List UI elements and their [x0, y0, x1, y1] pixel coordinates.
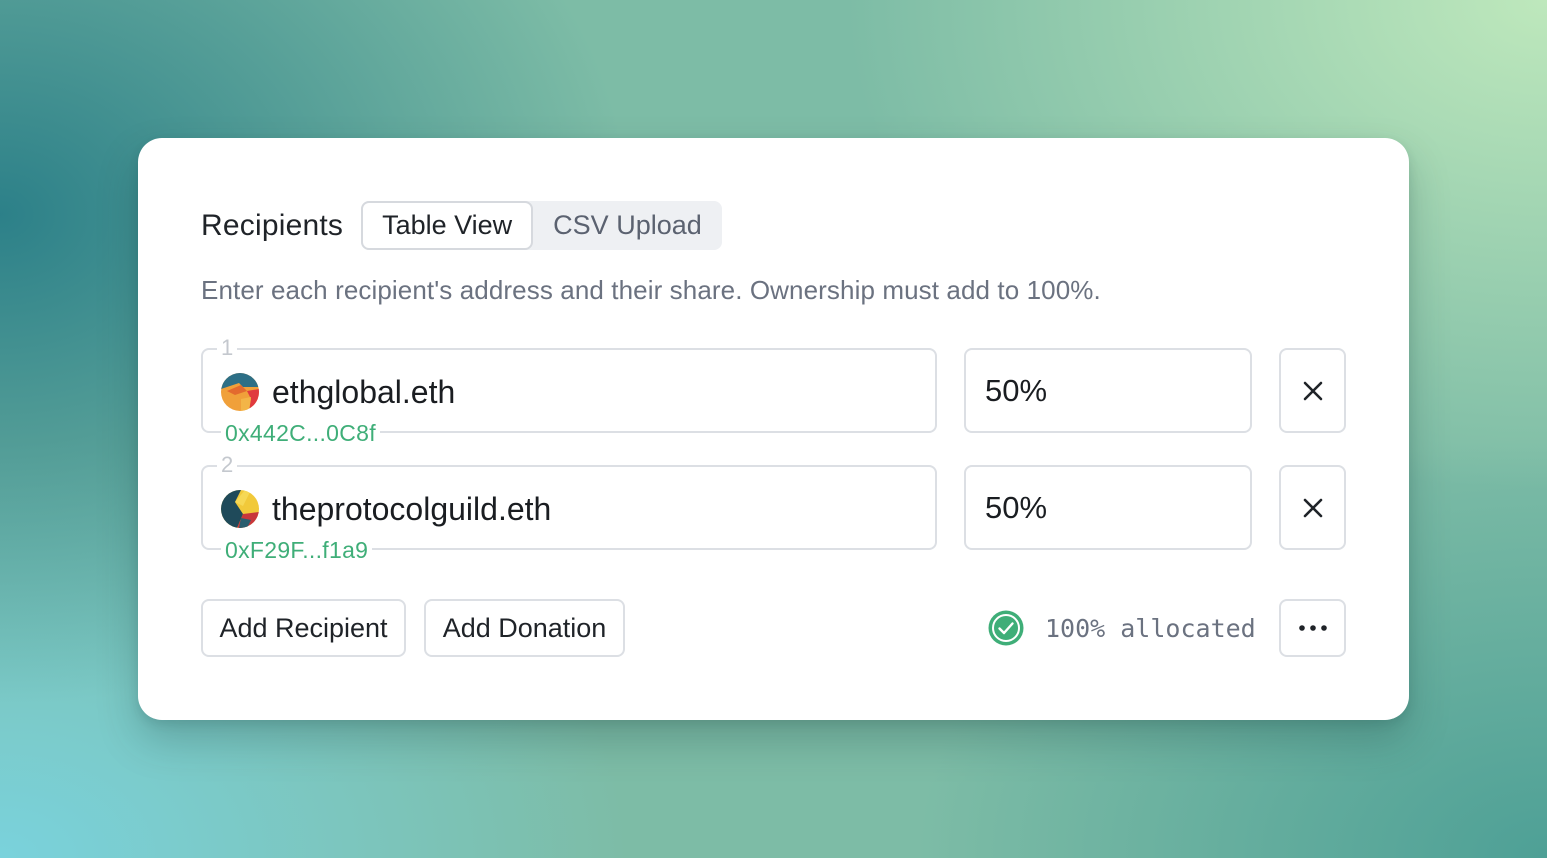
more-options-button[interactable] [1279, 599, 1346, 657]
remove-recipient-button[interactable] [1279, 465, 1346, 550]
recipient-address-field[interactable]: 2 theprotocolguild.eth 0xF29F...f1a9 [201, 453, 937, 563]
recipients-card: Recipients Table View CSV Upload Enter e… [138, 138, 1409, 720]
share-percent-input[interactable]: 50% [964, 348, 1252, 433]
recipient-address-field[interactable]: 1 ethglobal.eth 0x442C...0C8f [201, 336, 937, 446]
instructions-text: Enter each recipient's address and their… [201, 275, 1101, 305]
recipient-row: 1 ethglobal.eth 0x442C...0C8f 50% [201, 336, 1346, 446]
recipient-address: 0x442C...0C8f [221, 420, 380, 446]
recipient-ens-name: ethglobal.eth [272, 374, 456, 410]
tab-csv-upload[interactable]: CSV Upload [533, 201, 722, 250]
close-icon [1303, 498, 1322, 517]
ellipsis-icon [1298, 625, 1327, 631]
ethglobal-avatar [221, 373, 259, 411]
protocolguild-avatar [221, 490, 259, 528]
allocation-status: 100% allocated [987, 599, 1256, 657]
recipient-address: 0xF29F...f1a9 [221, 537, 373, 563]
share-percent-input[interactable]: 50% [964, 465, 1252, 550]
tab-table-view[interactable]: Table View [361, 201, 534, 250]
check-circle-icon [988, 610, 1024, 646]
recipient-ens-name: theprotocolguild.eth [272, 491, 552, 527]
section-title: Recipients [201, 208, 344, 242]
add-donation-button[interactable]: Add Donation [424, 599, 625, 657]
view-toggle: Table View CSV Upload [361, 201, 722, 250]
recipients-footer: Add Recipient Add Donation 100% allocate… [201, 599, 1346, 657]
add-recipient-button[interactable]: Add Recipient [201, 599, 406, 657]
recipient-row: 2 theprotocolguild.eth 0xF29F...f1a9 50% [201, 453, 1346, 563]
close-icon [1303, 381, 1322, 400]
row-index: 2 [217, 453, 238, 477]
row-index: 1 [217, 336, 238, 360]
allocation-status-text: 100% allocated [1045, 613, 1256, 643]
remove-recipient-button[interactable] [1279, 348, 1346, 433]
recipients-header: Recipients Table View CSV Upload [201, 201, 722, 250]
